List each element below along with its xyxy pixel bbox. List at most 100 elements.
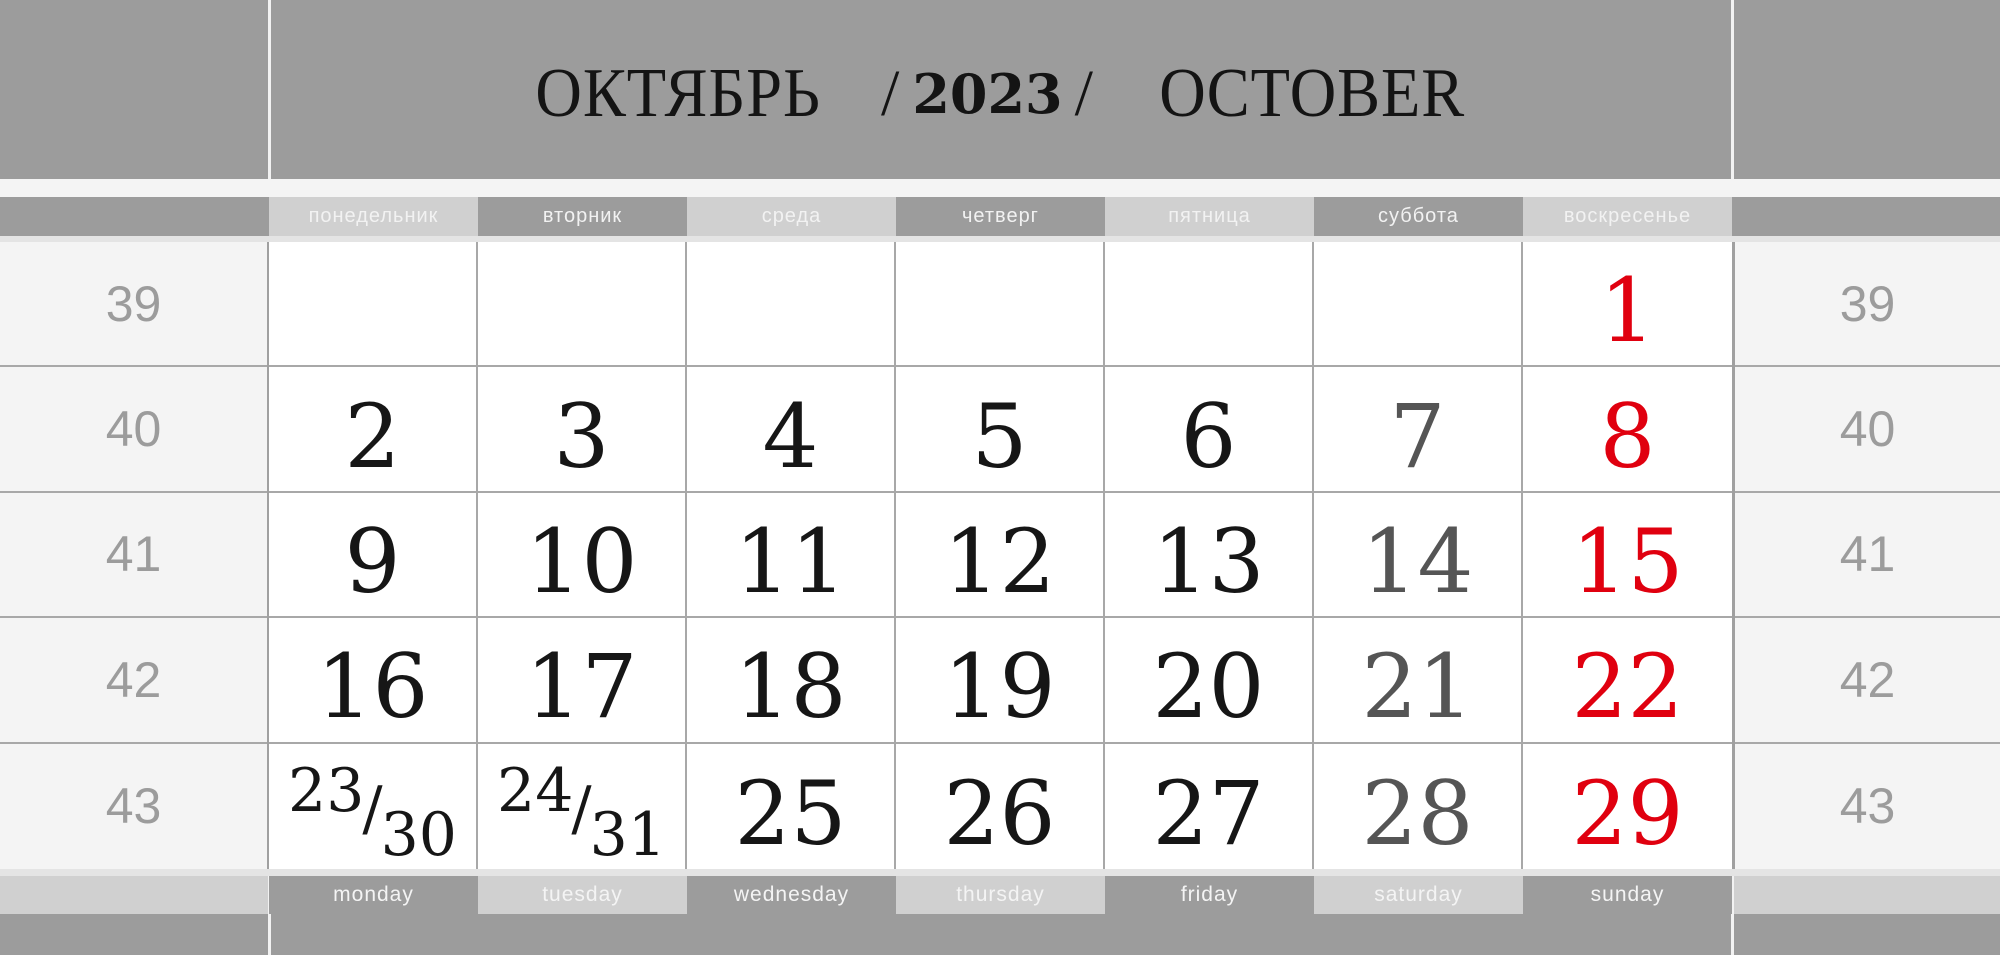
day-cell: 26 — [896, 743, 1105, 869]
weekday-header-ru: четверг — [896, 197, 1105, 236]
day-number: 15 — [1571, 509, 1684, 613]
day-number: 3 — [553, 384, 610, 488]
day-cell: 28 — [1314, 743, 1523, 869]
empty-day-cell — [687, 242, 896, 368]
day-number: 10 — [525, 509, 638, 613]
weekday-footer-en: sunday — [1523, 876, 1732, 914]
date-separator: / — [362, 774, 383, 845]
day-cell: 27 — [1105, 743, 1314, 869]
day-cell: 2 — [269, 367, 478, 493]
day-number: 7 — [1389, 384, 1446, 488]
week-numbers-right: 39 40 41 42 43 — [1732, 242, 2000, 869]
week-number: 43 — [105, 778, 162, 835]
day-number: 19 — [943, 635, 1056, 739]
day-number: 24 — [497, 756, 574, 827]
weekday-header-ru: понедельник — [269, 197, 478, 236]
day-number: 21 — [1361, 635, 1474, 739]
footer-band-left — [0, 876, 268, 914]
weekday-header-ru: среда — [687, 197, 896, 236]
day-cell: 18 — [687, 618, 896, 744]
week-number: 40 — [1735, 367, 2000, 493]
day-cell: 29 — [1523, 744, 1732, 869]
day-cell: 7 — [1314, 367, 1523, 493]
header-spacer — [0, 179, 2000, 197]
month-name-en: OCTOBER — [1159, 54, 1466, 132]
day-number: 30 — [380, 800, 457, 871]
day-cell: 11 — [687, 492, 896, 619]
day-number: 20 — [1152, 635, 1265, 739]
week-number: 41 — [1735, 493, 2000, 619]
day-cell: 19 — [896, 618, 1105, 744]
week-number: 40 — [0, 367, 267, 493]
date-separator: / — [571, 774, 592, 845]
weekday-footer-en: saturday — [1314, 876, 1523, 914]
empty-day-cell — [1105, 242, 1314, 368]
day-cell: 5 — [896, 367, 1105, 493]
day-number: 27 — [1152, 761, 1265, 865]
day-cell: 8 — [1523, 367, 1732, 493]
year-label: 2023 — [912, 61, 1063, 126]
weekday-header-ru: воскресенье — [1523, 197, 1732, 236]
week-number: 43 — [1839, 778, 1896, 835]
day-number: 6 — [1180, 384, 1237, 488]
empty-day-cell — [269, 242, 478, 368]
day-number: 26 — [943, 761, 1056, 865]
weekday-header-ru: пятница — [1105, 197, 1314, 236]
day-cell-combined: 24/31 — [478, 743, 687, 871]
day-cell: 10 — [478, 492, 687, 619]
day-number: 28 — [1361, 761, 1474, 865]
day-cell: 1 — [1523, 242, 1732, 368]
day-cell: 12 — [896, 492, 1105, 619]
day-cell: 6 — [1105, 367, 1314, 493]
month-name-ru: ОКТЯБРЬ — [535, 54, 821, 132]
weekday-header-ru: вторник — [478, 197, 687, 236]
weekday-footer-en: tuesday — [478, 876, 687, 914]
day-cell: 9 — [269, 492, 478, 619]
weekday-footer-en: thursday — [896, 876, 1105, 914]
day-cell: 3 — [478, 367, 687, 493]
day-number: 31 — [589, 800, 666, 871]
week-number: 39 — [0, 242, 267, 368]
day-number: 29 — [1571, 761, 1684, 865]
day-number: 23 — [288, 756, 365, 827]
day-number: 11 — [734, 509, 847, 613]
weekday-footer-en: wednesday — [687, 876, 896, 914]
empty-day-cell — [1314, 242, 1523, 368]
empty-day-cell — [896, 242, 1105, 368]
day-number: 17 — [525, 635, 638, 739]
calendar-grid: 1 2 3 4 5 6 7 8 9 10 11 12 13 14 15 16 17 18 19 20 21 22 23/30… — [269, 242, 1732, 871]
week-numbers-left: 39 40 41 42 43 — [0, 242, 269, 869]
day-number: 9 — [344, 509, 401, 613]
day-number: 14 — [1361, 509, 1474, 613]
title-separator: / — [880, 56, 901, 130]
calendar-title: ОКТЯБРЬ / 2023 / OCTOBER — [269, 0, 1732, 179]
week-number: 39 — [1735, 242, 2000, 368]
day-number: 8 — [1599, 384, 1656, 488]
day-number: 4 — [762, 384, 819, 488]
weekday-footer-en: friday — [1105, 876, 1314, 914]
weekday-header-ru: суббота — [1314, 197, 1523, 236]
day-cell: 14 — [1314, 492, 1523, 619]
day-number: 12 — [943, 509, 1056, 613]
week-number: 41 — [0, 493, 267, 619]
day-cell: 22 — [1523, 618, 1732, 744]
day-number: 5 — [971, 384, 1028, 488]
day-number: 2 — [344, 384, 401, 488]
day-cell: 4 — [687, 367, 896, 493]
day-number: 13 — [1152, 509, 1265, 613]
empty-day-cell — [478, 242, 687, 368]
title-separator: / — [1074, 56, 1094, 130]
day-cell: 20 — [1105, 618, 1314, 744]
day-cell: 16 — [269, 618, 478, 744]
day-cell: 25 — [687, 743, 896, 869]
week-number: 42 — [0, 618, 267, 744]
day-number: 22 — [1571, 635, 1684, 739]
day-cell: 17 — [478, 618, 687, 744]
day-number: 25 — [734, 761, 847, 865]
day-number: 18 — [734, 635, 847, 739]
day-number: 16 — [316, 635, 429, 739]
day-cell-combined: 23/30 — [269, 743, 478, 871]
day-cell: 21 — [1314, 618, 1523, 744]
day-cell: 15 — [1523, 493, 1732, 619]
footer-band-right — [1734, 876, 2000, 914]
